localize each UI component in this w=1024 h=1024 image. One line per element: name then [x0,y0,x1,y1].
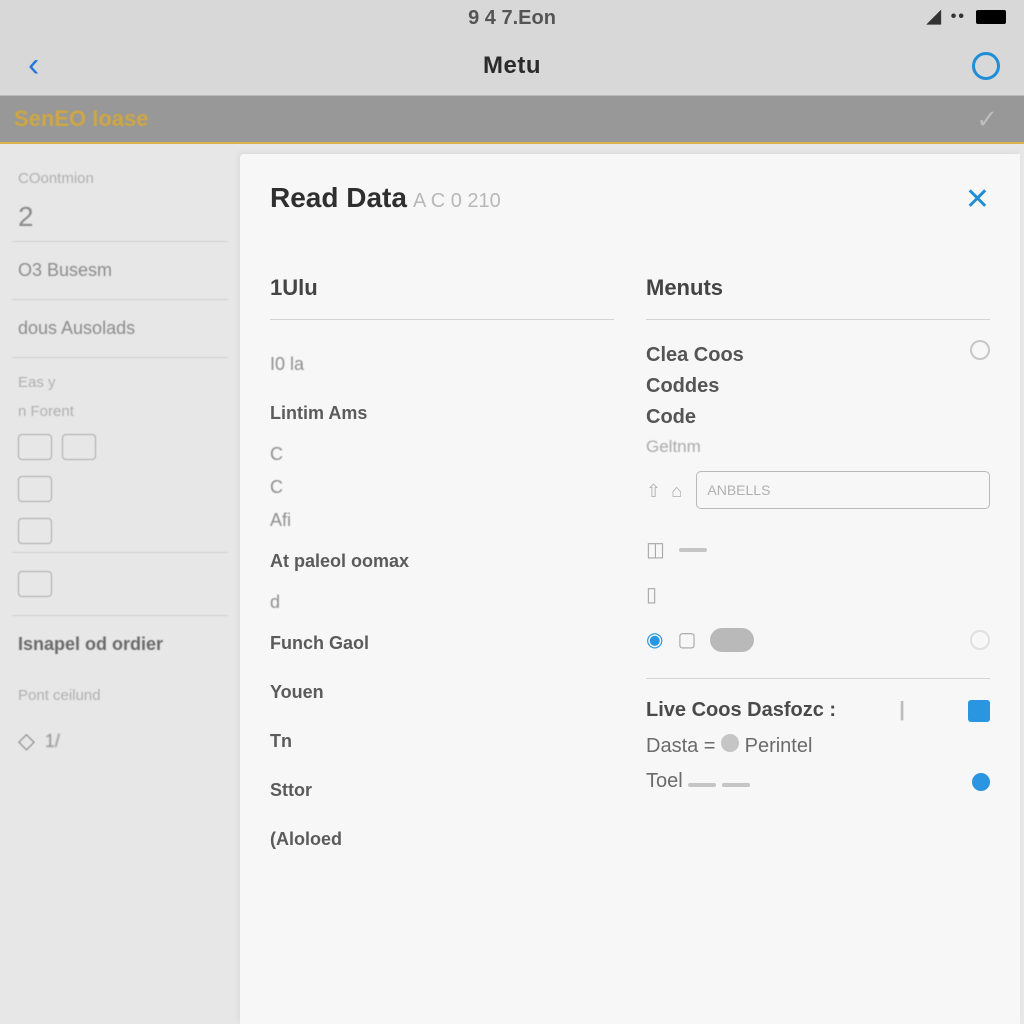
sidebar-item[interactable]: dous Ausolads [12,300,228,358]
dash-icon [688,783,716,787]
signal-icon: ◢ [927,6,941,27]
read-data-panel: Read Data A C 0 210 ✕ 1Ulu I0 la Lintim A… [240,154,1020,1024]
main-area: COontmion 2 O3 Busesm dous Ausolads Eas … [0,144,1024,1024]
sidebar-item[interactable]: 2 [12,193,228,242]
live-value: Perintel [745,735,813,757]
check-icon[interactable]: ✓ [976,104,998,135]
panel-title: Read Data [270,182,407,213]
panel-title-wrap: Read Data A C 0 210 [270,182,501,214]
tag-icon[interactable]: ▯ [646,582,657,607]
list-item[interactable]: (Aloloed [270,815,614,864]
list-item[interactable]: At paleol oomax [270,537,614,586]
code-input[interactable]: ANBELLS [696,471,990,509]
sidebar-subitem[interactable]: n Forent [12,397,228,426]
lock-icon[interactable]: ⌂ [671,481,686,499]
sidebar-item[interactable]: Pont ceilund [12,673,228,710]
sidebar-group: Eas y n Forent [12,358,228,552]
list-item[interactable]: C [270,471,614,504]
list-item[interactable]: Funch Gaol [270,619,614,668]
left-col-head: 1Ulu [270,275,614,320]
status-time: 9 4 7.Eon [468,7,556,30]
toggle-chip[interactable] [710,628,754,652]
thumb-icon [62,434,96,460]
sidebar-item[interactable]: COontmion [12,164,228,193]
dot-icon [721,734,739,752]
status-dots: •• [951,8,966,26]
divider [646,678,990,679]
live-title: Live Coos Dasfozc : [646,699,836,722]
live-label: Dasta [646,735,698,757]
sub-header-title: SenEO loase [14,106,149,132]
menu-subitem[interactable]: Geltnm [646,433,970,461]
sidebar: COontmion 2 O3 Busesm dous Ausolads Eas … [0,144,240,1024]
sidebar-item[interactable]: ◇ 1/ [12,710,228,772]
icon-row: ▯ [646,572,990,617]
thumb-icon [18,518,52,544]
list-item[interactable]: Tn [270,717,614,766]
menu-item[interactable]: Clea Coos [646,340,970,371]
list-item[interactable]: C [270,438,614,471]
radio-icon[interactable] [970,630,990,650]
list-item[interactable]: Sttor [270,766,614,815]
dash-icon [679,548,707,552]
close-icon[interactable]: ✕ [965,182,990,217]
sidebar-subitem[interactable]: Eas y [12,368,228,397]
device-icon[interactable]: ◫ [646,537,665,562]
radio-icon[interactable] [970,340,990,360]
live-row: Live Coos Dasfozc : | [646,693,990,728]
status-right: ◢ •• [927,6,1006,27]
dot-icon[interactable] [972,773,990,791]
panel-subtitle: A C 0 210 [413,190,501,212]
nav-bar: ‹ Metu [0,36,1024,96]
input-row: ⇧ ⌂ ANBELLS [646,471,990,509]
icon-row: ◉ ▢ [646,617,990,662]
list-item[interactable]: d [270,586,614,619]
live-badge-icon[interactable] [968,700,990,722]
sidebar-item[interactable] [12,552,228,616]
back-button[interactable]: ‹ [28,46,39,85]
nav-title: Metu [483,52,541,80]
globe-icon[interactable]: ◉ [646,627,663,652]
sidebar-item[interactable]: Isnapel od ordier [12,616,228,673]
sub-header: SenEO loase ✓ [0,96,1024,144]
right-col-head: Menuts [646,275,990,320]
live-row: Dasta = Perintel [646,728,990,764]
menu-item[interactable]: Code [646,402,970,433]
dash-icon [722,783,750,787]
folder-icon [18,571,52,597]
thumb-icon [18,476,52,502]
nav-circle-button[interactable] [972,52,1000,80]
status-bar: 9 4 7.Eon ◢ •• [0,0,1024,36]
list-item[interactable]: Lintim Ams [270,389,614,438]
arrow-up-icon[interactable]: ⇧ [646,481,661,499]
input-placeholder: ANBELLS [707,482,770,498]
icon-row: ◫ [646,527,990,572]
left-column: 1Ulu I0 la Lintim Ams C C Afi At paleol … [270,275,614,864]
right-column: Menuts Clea Coos Coddes Code Geltnm ⇧ ⌂ … [646,275,990,864]
live-label: Toel [646,770,683,792]
sidebar-item[interactable]: O3 Busesm [12,242,228,300]
list-item[interactable]: Youen [270,668,614,717]
thumb-icon [18,434,52,460]
list-item[interactable]: Afi [270,504,614,537]
list-item[interactable]: I0 la [270,340,614,389]
diamond-icon: ◇ [18,728,35,754]
menu-item[interactable]: Coddes [646,371,970,402]
live-row: Toel [646,764,990,799]
battery-icon [976,10,1006,24]
shield-icon[interactable]: ▢ [677,627,696,652]
